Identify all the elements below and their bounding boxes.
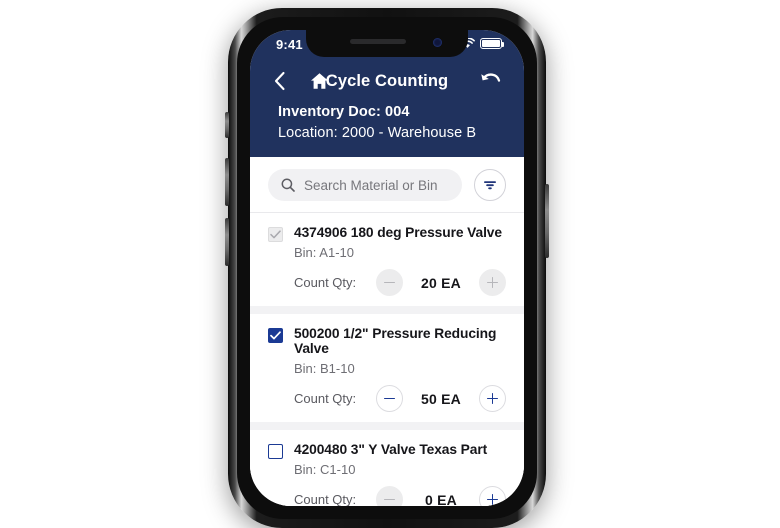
- row-header: 4200480 3" Y Valve Texas Part Bin: C1-10: [268, 442, 506, 477]
- row-checkbox[interactable]: [268, 328, 283, 344]
- count-qty-label: Count Qty:: [294, 492, 357, 506]
- row-separator: [250, 306, 524, 315]
- bin-label: Bin: A1-10: [294, 245, 354, 261]
- quantity-value: 0 EA: [425, 491, 457, 506]
- toolbar: Cycle Counting: [250, 60, 524, 102]
- decrement-button: [376, 269, 403, 297]
- material-list: 4374906 180 deg Pressure Valve Bin: A1-1…: [250, 213, 524, 506]
- row-header: 4374906 180 deg Pressure Valve Bin: A1-1…: [268, 225, 506, 260]
- increment-button: [479, 269, 506, 297]
- quantity-row: Count Qty: 0 EA: [268, 486, 506, 506]
- material-title: 500200 1/2" Pressure Reducing Valve: [294, 326, 497, 357]
- bin-label: Bin: C1-10: [294, 462, 356, 478]
- phone-notch: [306, 30, 468, 57]
- battery-full-icon: [480, 38, 505, 49]
- increment-button[interactable]: [479, 486, 506, 506]
- row-checkbox[interactable]: [268, 444, 283, 460]
- increment-button[interactable]: [479, 385, 506, 413]
- table-row[interactable]: 4200480 3" Y Valve Texas Part Bin: C1-10…: [250, 430, 524, 506]
- table-row[interactable]: 4374906 180 deg Pressure Valve Bin: A1-1…: [250, 213, 524, 307]
- quantity-stepper: 50 EA: [376, 385, 506, 413]
- quantity-row: Count Qty: 20 EA: [268, 269, 506, 297]
- front-camera-icon: [433, 38, 442, 47]
- decrement-button[interactable]: [376, 385, 403, 413]
- search-placeholder: Search Material or Bin: [304, 177, 438, 193]
- quantity-stepper: 0 EA: [376, 486, 506, 506]
- home-icon: [310, 73, 328, 89]
- phone-screen: 9:41 Cycle Counting Inventory Doc: 004 L…: [250, 30, 524, 506]
- bin-label: Bin: B1-10: [294, 361, 355, 377]
- search-icon: [281, 178, 295, 192]
- header-meta: Inventory Doc: 004 Location: 2000 - Ware…: [250, 102, 524, 144]
- mute-switch[interactable]: [225, 112, 229, 138]
- row-texts: 4200480 3" Y Valve Texas Part Bin: C1-10: [294, 442, 506, 477]
- volume-up-button[interactable]: [225, 158, 229, 206]
- undo-arrow-icon: [481, 73, 501, 82]
- earpiece-speaker: [350, 39, 406, 44]
- row-texts: 4374906 180 deg Pressure Valve Bin: A1-1…: [294, 225, 506, 260]
- back-button[interactable]: [264, 66, 294, 96]
- quantity-value: 20 EA: [421, 274, 461, 291]
- minus-icon: [384, 397, 395, 400]
- check-icon: [270, 331, 281, 340]
- row-separator: [250, 422, 524, 431]
- quantity-stepper: 20 EA: [376, 269, 506, 297]
- chevron-left-icon: [274, 71, 285, 91]
- volume-down-button[interactable]: [225, 218, 229, 266]
- material-title: 4374906 180 deg Pressure Valve: [294, 225, 502, 241]
- filter-button[interactable]: [474, 169, 506, 202]
- power-button[interactable]: [545, 184, 549, 258]
- count-qty-label: Count Qty:: [294, 275, 357, 291]
- row-texts: 500200 1/2" Pressure Reducing Valve Bin:…: [294, 326, 506, 376]
- filter-icon: [484, 181, 496, 190]
- app-header: Cycle Counting Inventory Doc: 004 Locati…: [250, 60, 524, 158]
- location-label: Location: 2000 - Warehouse B: [278, 125, 477, 142]
- minus-icon: [384, 281, 395, 284]
- decrement-button: [376, 486, 403, 506]
- search-row: Search Material or Bin: [250, 157, 524, 214]
- material-title: 4200480 3" Y Valve Texas Part: [294, 442, 488, 458]
- search-input[interactable]: Search Material or Bin: [268, 169, 462, 202]
- plus-icon: [487, 277, 498, 289]
- undo-button[interactable]: [476, 66, 506, 96]
- row-header: 500200 1/2" Pressure Reducing Valve Bin:…: [268, 326, 506, 376]
- quantity-row: Count Qty: 50 EA: [268, 385, 506, 413]
- check-icon: [270, 230, 281, 239]
- quantity-value: 50 EA: [421, 390, 461, 407]
- table-row[interactable]: 500200 1/2" Pressure Reducing Valve Bin:…: [250, 314, 524, 423]
- phone-bezel: 9:41 Cycle Counting Inventory Doc: 004 L…: [237, 17, 537, 519]
- row-checkbox[interactable]: [268, 227, 283, 243]
- status-time: 9:41: [276, 37, 303, 52]
- plus-icon: [487, 393, 498, 405]
- home-button[interactable]: [304, 66, 334, 96]
- count-qty-label: Count Qty:: [294, 391, 357, 407]
- inventory-doc-label: Inventory Doc: 004: [278, 104, 410, 120]
- phone-device-frame: 9:41 Cycle Counting Inventory Doc: 004 L…: [225, 8, 549, 528]
